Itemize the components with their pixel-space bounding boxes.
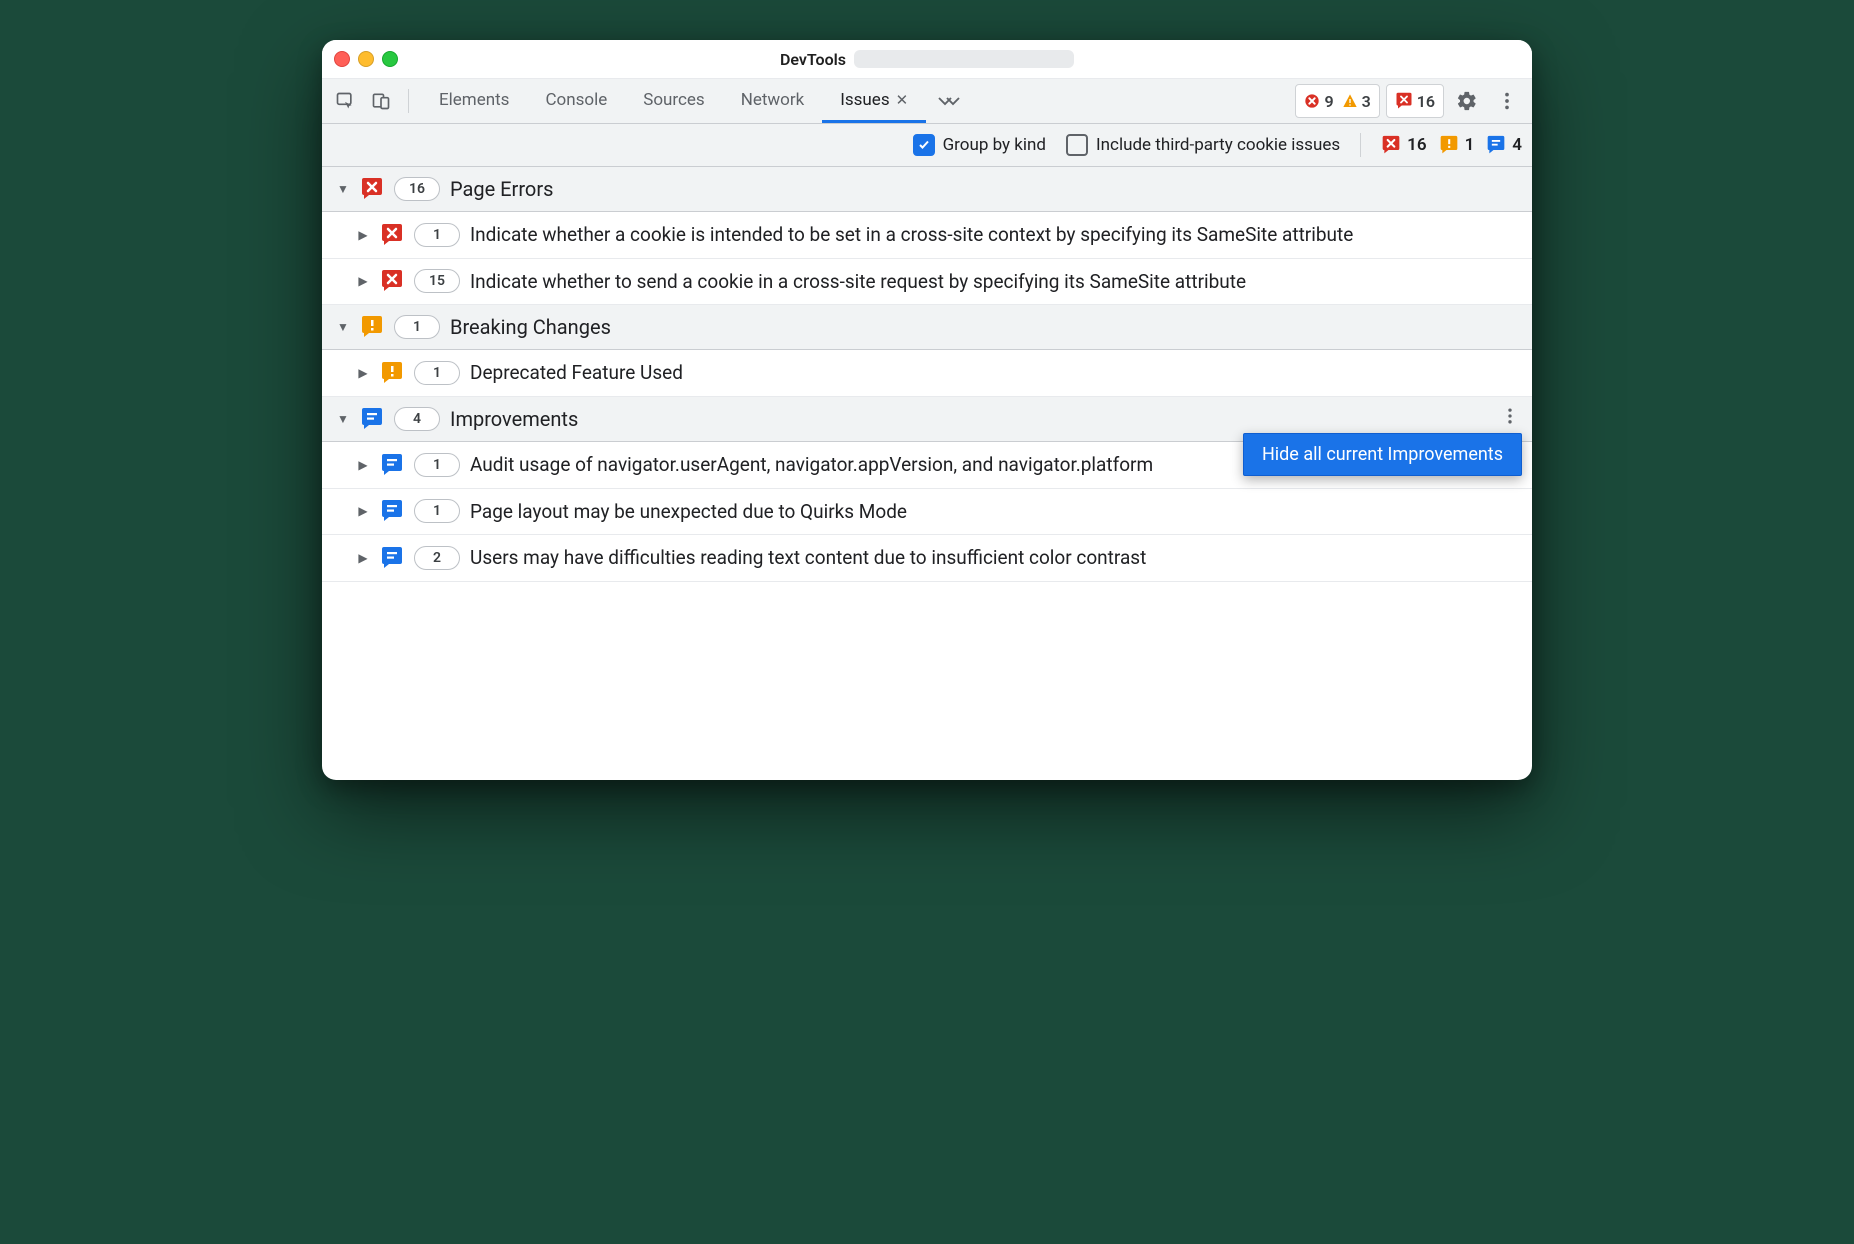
tab-console[interactable]: Console	[527, 79, 625, 123]
warning-bubble-icon	[360, 315, 384, 339]
issues-toolbar: Group by kind Include third-party cookie…	[322, 124, 1532, 167]
chevron-right-icon	[356, 274, 370, 288]
titlebar-title: DevTools	[322, 50, 1532, 69]
more-options-icon[interactable]	[1490, 84, 1524, 118]
issue-row[interactable]: 2 Users may have difficulties reading te…	[322, 535, 1532, 582]
issue-message: Indicate whether a cookie is intended to…	[470, 222, 1518, 248]
tab-sources[interactable]: Sources	[625, 79, 722, 123]
group-header-breaking-changes[interactable]: 1 Breaking Changes	[322, 305, 1532, 350]
info-bubble-icon	[380, 499, 404, 523]
error-bubble-icon	[380, 269, 404, 293]
count-value: 3	[1362, 92, 1371, 111]
tab-strip: Elements Console Sources Network Issues …	[322, 79, 1532, 124]
traffic-lights	[334, 51, 398, 67]
warning-bubble-icon	[380, 361, 404, 385]
chevron-right-icon	[356, 228, 370, 242]
status-pill-errors-warnings[interactable]: 9 3	[1295, 84, 1379, 118]
more-tabs-icon[interactable]	[926, 79, 972, 123]
checkbox-label: Include third-party cookie issues	[1096, 135, 1340, 155]
warning-count: 3	[1342, 92, 1371, 111]
issue-count-pill: 2	[414, 546, 460, 570]
chevron-down-icon	[336, 412, 350, 426]
redacted-url	[854, 50, 1074, 68]
count-info[interactable]: 4	[1486, 135, 1522, 155]
issue-counts: 16 1 4	[1381, 135, 1522, 155]
tab-issues[interactable]: Issues ✕	[822, 79, 926, 123]
group-title: Improvements	[450, 407, 578, 431]
issues-count: 16	[1395, 92, 1435, 111]
minimize-window-button[interactable]	[358, 51, 374, 67]
count-value: 4	[1512, 135, 1522, 155]
status-pill-issues[interactable]: 16	[1386, 84, 1444, 118]
info-bubble-icon	[360, 407, 384, 431]
issue-message: Users may have difficulties reading text…	[470, 545, 1518, 571]
issue-row[interactable]: 1 Deprecated Feature Used	[322, 350, 1532, 397]
issue-message: Indicate whether to send a cookie in a c…	[470, 269, 1518, 295]
tab-network[interactable]: Network	[723, 79, 823, 123]
info-bubble-icon	[380, 546, 404, 570]
checkbox-checked-icon	[913, 134, 935, 156]
issue-count-pill: 1	[414, 499, 460, 523]
issue-message: Page layout may be unexpected due to Qui…	[470, 499, 1518, 525]
count-warnings[interactable]: 1	[1439, 135, 1475, 155]
checkbox-unchecked-icon	[1066, 134, 1088, 156]
error-count: 9	[1304, 92, 1333, 111]
count-errors[interactable]: 16	[1381, 135, 1426, 155]
error-bubble-icon	[380, 223, 404, 247]
third-party-cookie-checkbox[interactable]: Include third-party cookie issues	[1066, 134, 1340, 156]
divider	[408, 89, 409, 113]
issue-count-pill: 1	[414, 223, 460, 247]
group-count-pill: 16	[394, 177, 440, 201]
tab-label: Issues	[840, 90, 889, 110]
kebab-menu-icon[interactable]	[1500, 406, 1520, 432]
devtools-window: DevTools Elements Console Sources Networ…	[322, 40, 1532, 780]
chevron-right-icon	[356, 458, 370, 472]
group-count-pill: 1	[394, 315, 440, 339]
close-window-button[interactable]	[334, 51, 350, 67]
device-toolbar-icon[interactable]	[366, 86, 396, 116]
group-by-kind-checkbox[interactable]: Group by kind	[913, 134, 1046, 156]
count-value: 16	[1407, 135, 1426, 155]
issue-row[interactable]: 15 Indicate whether to send a cookie in …	[322, 259, 1532, 306]
count-value: 9	[1324, 92, 1333, 111]
close-tab-icon[interactable]: ✕	[896, 91, 909, 109]
count-value: 1	[1465, 135, 1475, 155]
group-count-pill: 4	[394, 407, 440, 431]
chevron-down-icon	[336, 182, 350, 196]
tabs: Elements Console Sources Network Issues …	[421, 79, 972, 123]
count-value: 16	[1417, 92, 1435, 111]
context-menu-hide-improvements[interactable]: Hide all current Improvements	[1243, 433, 1522, 476]
chevron-right-icon	[356, 504, 370, 518]
group-title: Page Errors	[450, 177, 553, 201]
issues-list: 16 Page Errors 1 Indicate whether a cook…	[322, 167, 1532, 780]
checkbox-label: Group by kind	[943, 135, 1046, 155]
group-header-improvements[interactable]: 4 Improvements Hide all current Improvem…	[322, 397, 1532, 442]
inspect-element-icon[interactable]	[330, 86, 360, 116]
info-bubble-icon	[380, 453, 404, 477]
tab-elements[interactable]: Elements	[421, 79, 527, 123]
context-menu-label: Hide all current Improvements	[1262, 444, 1503, 465]
group-title: Breaking Changes	[450, 315, 611, 339]
chevron-right-icon	[356, 366, 370, 380]
error-bubble-icon	[360, 177, 384, 201]
chevron-down-icon	[336, 320, 350, 334]
issue-row[interactable]: 1 Indicate whether a cookie is intended …	[322, 212, 1532, 259]
group-header-page-errors[interactable]: 16 Page Errors	[322, 167, 1532, 212]
divider	[1360, 133, 1361, 157]
tab-label: Sources	[643, 90, 704, 110]
issue-row[interactable]: 1 Page layout may be unexpected due to Q…	[322, 489, 1532, 536]
titlebar: DevTools	[322, 40, 1532, 79]
zoom-window-button[interactable]	[382, 51, 398, 67]
issue-message: Deprecated Feature Used	[470, 360, 1518, 386]
tab-label: Elements	[439, 90, 509, 110]
issue-count-pill: 15	[414, 269, 460, 293]
window-title: DevTools	[780, 50, 846, 69]
settings-icon[interactable]	[1450, 84, 1484, 118]
chevron-right-icon	[356, 551, 370, 565]
issue-count-pill: 1	[414, 453, 460, 477]
tab-label: Console	[545, 90, 607, 110]
tab-label: Network	[741, 90, 805, 110]
issue-count-pill: 1	[414, 361, 460, 385]
